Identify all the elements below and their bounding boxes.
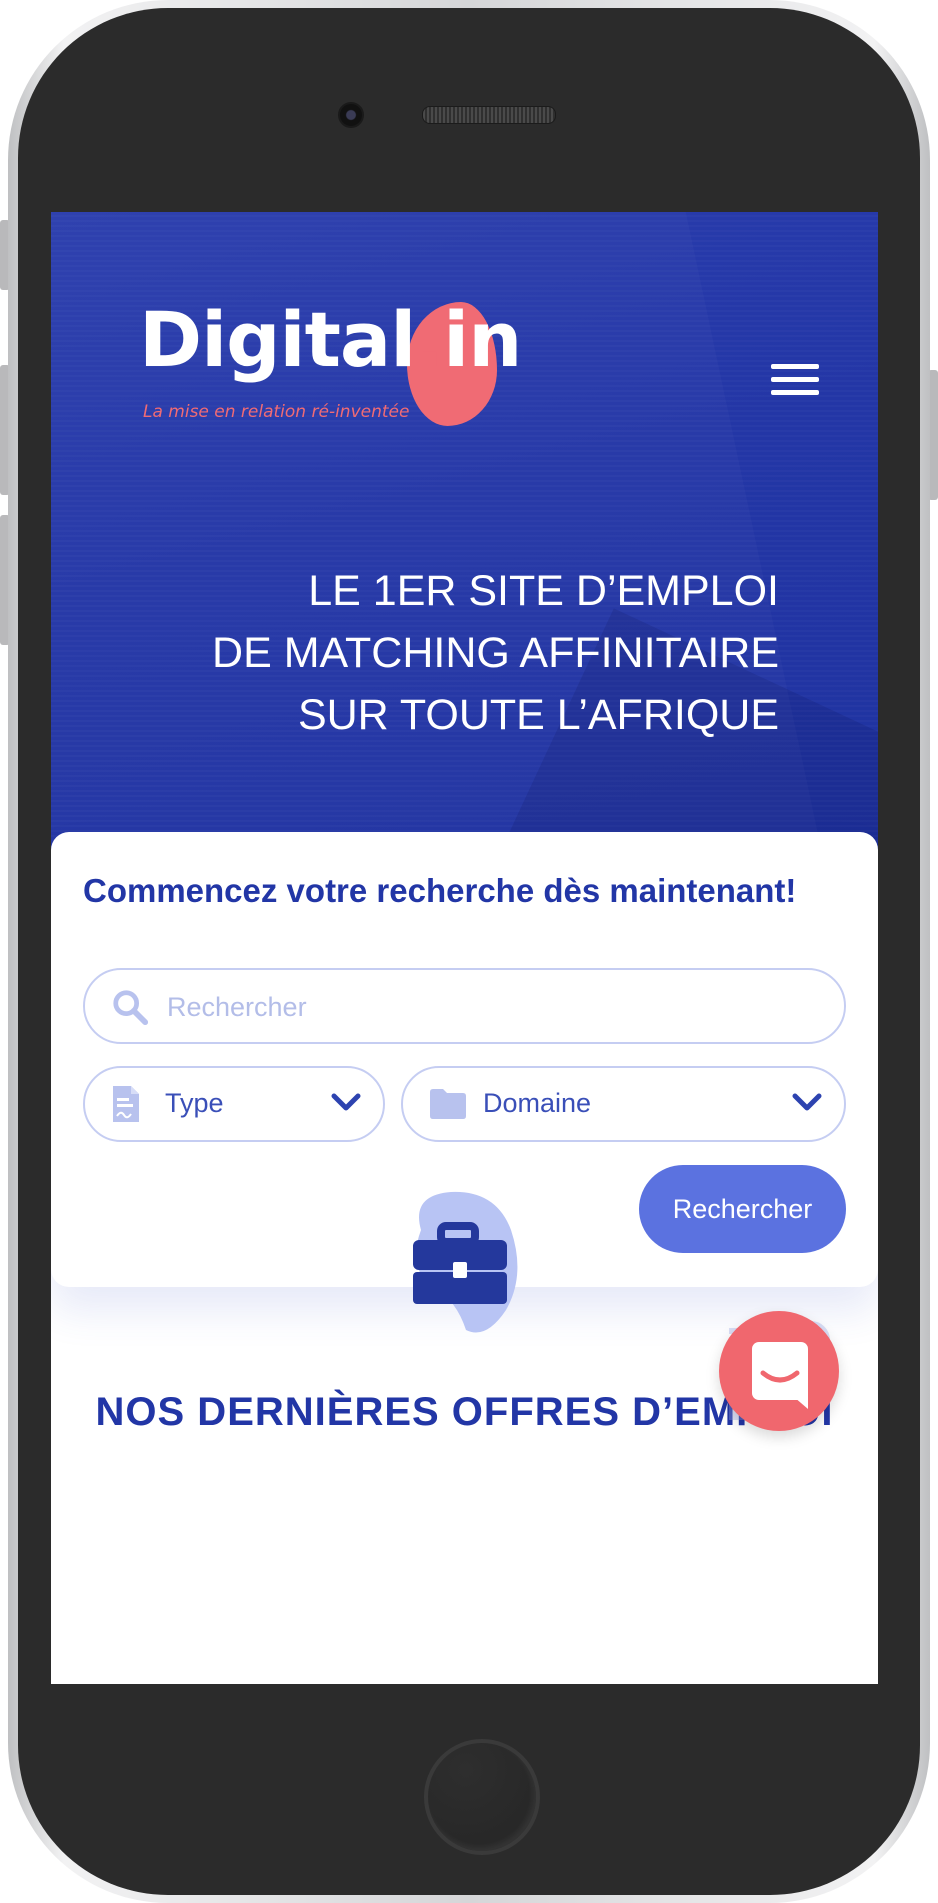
menu-icon[interactable] <box>771 364 819 404</box>
search-input[interactable] <box>165 970 829 1044</box>
logo-text-dot: . <box>415 295 444 384</box>
logo-tagline: La mise en relation ré-inventée <box>143 402 410 422</box>
logo-text-main: Digital <box>139 295 416 384</box>
site-logo[interactable]: Digital.in La mise en relation ré-invent… <box>139 302 522 432</box>
chat-icon <box>752 1342 808 1409</box>
hero-headline-line: SUR TOUTE L’AFRIQUE <box>297 691 779 739</box>
search-submit-button[interactable]: Rechercher <box>639 1165 846 1253</box>
hero-headline-line: LE 1ER SITE D’EMPLOI <box>308 567 779 615</box>
search-card-title: Commencez votre recherche dès maintenant… <box>83 872 797 909</box>
logo-text-in: in <box>443 295 522 384</box>
logo-wordmark: Digital.in <box>139 302 522 378</box>
domain-select-label: Domaine <box>483 1088 592 1118</box>
chevron-down-icon <box>331 1093 361 1111</box>
type-select[interactable]: Type <box>83 1066 385 1142</box>
phone-screen: Digital.in La mise en relation ré-invent… <box>51 212 878 1684</box>
home-button[interactable] <box>424 1739 540 1855</box>
hero-headline: LE 1ER SITE D’EMPLOI DE MATCHING AFFINIT… <box>111 560 779 746</box>
hero-section: Digital.in La mise en relation ré-invent… <box>51 212 878 1156</box>
hero-headline-line: DE MATCHING AFFINITAIRE <box>212 629 779 677</box>
type-select-label: Type <box>165 1088 224 1118</box>
phone-speaker <box>422 106 556 124</box>
briefcase-icon <box>413 1191 518 1333</box>
folder-icon <box>430 1089 466 1119</box>
search-field[interactable] <box>83 968 846 1044</box>
domain-select[interactable]: Domaine <box>401 1066 846 1142</box>
chevron-down-icon <box>792 1093 822 1111</box>
document-icon <box>113 1086 139 1122</box>
search-icon <box>113 990 149 1026</box>
front-camera <box>338 102 364 128</box>
chat-widget-button[interactable] <box>719 1311 839 1431</box>
